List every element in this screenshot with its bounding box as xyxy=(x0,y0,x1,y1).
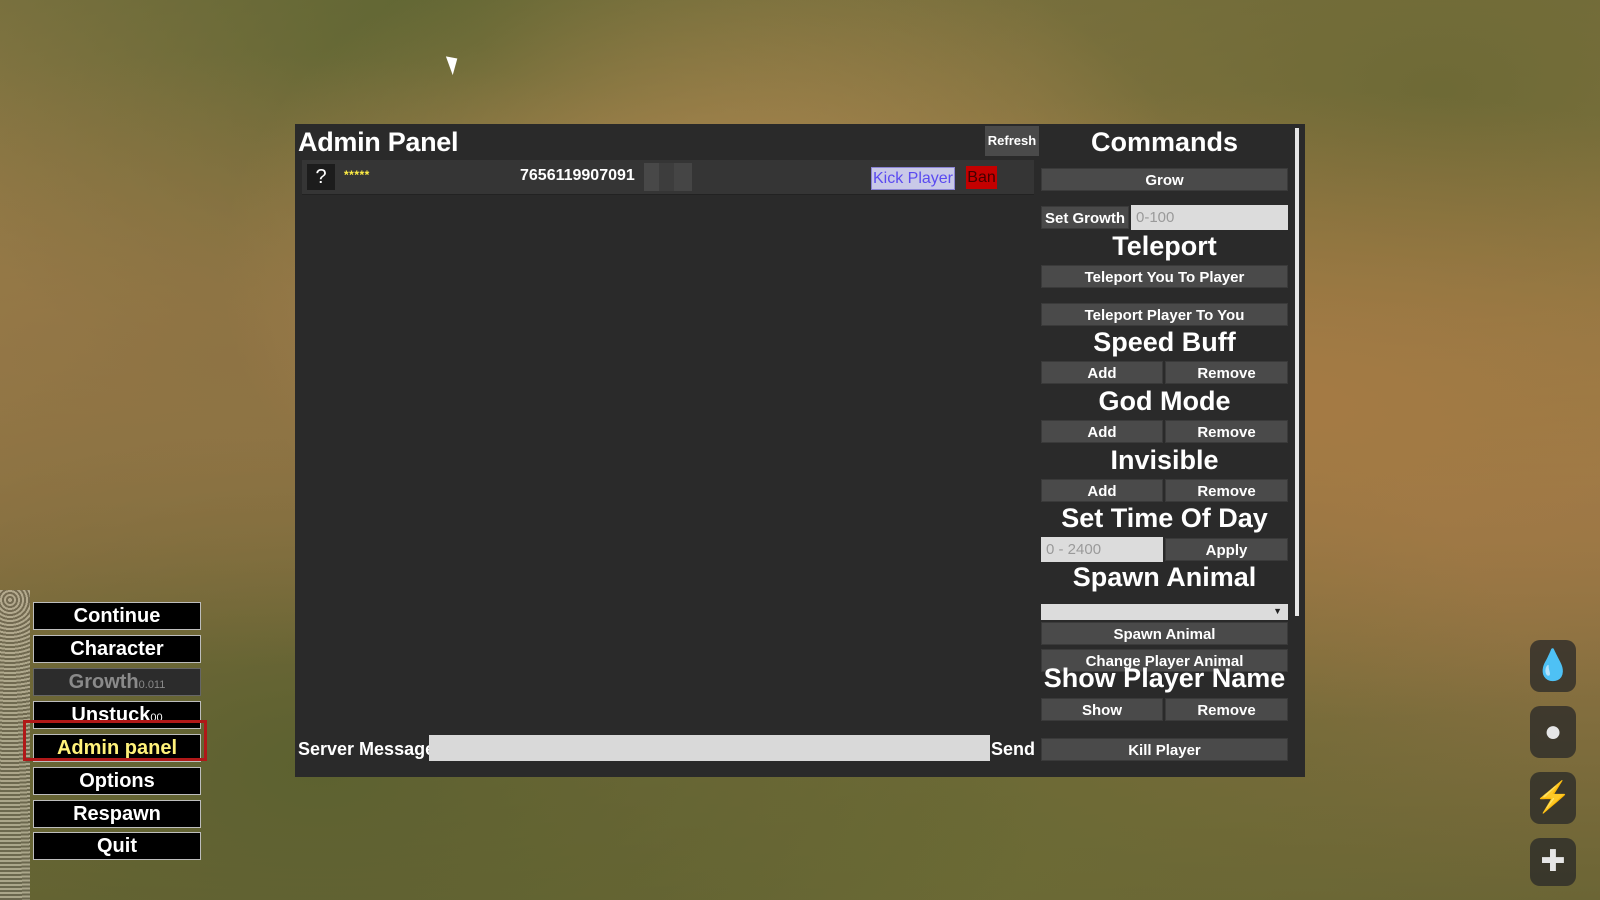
commands-scrollbar[interactable] xyxy=(1295,128,1299,616)
player-name-masked: ***** xyxy=(344,168,370,182)
grow-button[interactable]: Grow xyxy=(1041,168,1288,191)
mouse-cursor xyxy=(445,52,463,76)
spawn-animal-button[interactable]: Spawn Animal xyxy=(1041,622,1288,645)
refresh-button[interactable]: Refresh xyxy=(985,126,1039,156)
teleport-heading: Teleport xyxy=(1112,231,1217,261)
water-drop-icon: 💧 xyxy=(1530,640,1576,692)
options-button[interactable]: Options xyxy=(33,767,201,795)
player-steam-id: 7656119907091 xyxy=(520,167,635,184)
growth-label: Growth xyxy=(68,671,139,693)
commands-panel: Commands Grow Set Growth Teleport Telepo… xyxy=(1040,124,1289,777)
growth-value: 0.011 xyxy=(138,679,166,691)
god-mode-heading: God Mode xyxy=(1098,386,1231,416)
time-of-day-heading: Set Time Of Day xyxy=(1061,503,1268,533)
animal-select-dropdown[interactable]: ▼ xyxy=(1041,604,1288,620)
admin-panel-window: Admin Panel Refresh ? ***** 765611990709… xyxy=(295,124,1305,777)
redaction-block xyxy=(644,163,692,191)
invisible-add-button[interactable]: Add xyxy=(1041,479,1163,502)
server-message-label: Server Message xyxy=(298,739,436,759)
show-player-name-heading: Show Player Name xyxy=(1043,663,1286,693)
set-growth-button[interactable]: Set Growth xyxy=(1041,206,1129,229)
speed-buff-remove-button[interactable]: Remove xyxy=(1165,361,1288,384)
respawn-button[interactable]: Respawn xyxy=(33,800,201,828)
invisible-remove-button[interactable]: Remove xyxy=(1165,479,1288,502)
apply-time-button[interactable]: Apply xyxy=(1165,538,1288,561)
character-button[interactable]: Character xyxy=(33,635,201,663)
continue-button[interactable]: Continue xyxy=(33,602,201,630)
player-row[interactable]: ? ***** 7656119907091 Kick Player Ban xyxy=(302,160,1034,195)
kick-player-button[interactable]: Kick Player xyxy=(871,167,955,190)
admin-panel-title: Admin Panel xyxy=(298,127,459,157)
commands-title: Commands xyxy=(1090,127,1239,157)
time-of-day-input[interactable] xyxy=(1041,537,1163,562)
show-player-name-button[interactable]: Show xyxy=(1041,698,1163,721)
spawn-animal-heading: Spawn Animal xyxy=(1072,562,1257,592)
speed-buff-heading: Speed Buff xyxy=(1093,327,1236,357)
quit-button[interactable]: Quit xyxy=(33,832,201,860)
growth-input[interactable] xyxy=(1131,205,1288,230)
health-plus-icon: ✚ xyxy=(1530,838,1576,886)
hide-player-name-button[interactable]: Remove xyxy=(1165,698,1288,721)
send-message-button[interactable]: Send xyxy=(991,735,1035,763)
growth-button[interactable]: Growth0.011 xyxy=(33,668,201,696)
god-mode-add-button[interactable]: Add xyxy=(1041,420,1163,443)
god-mode-remove-button[interactable]: Remove xyxy=(1165,420,1288,443)
invisible-heading: Invisible xyxy=(1110,445,1219,475)
ban-player-button[interactable]: Ban xyxy=(966,166,997,189)
server-message-input[interactable] xyxy=(429,735,990,761)
stomach-icon: ● xyxy=(1530,706,1576,758)
stamina-bolt-icon: ⚡ xyxy=(1530,772,1576,824)
teleport-player-to-you-button[interactable]: Teleport Player To You xyxy=(1041,303,1288,326)
kill-player-button[interactable]: Kill Player xyxy=(1041,738,1288,761)
selection-highlight xyxy=(23,720,207,761)
unknown-player-icon: ? xyxy=(307,164,335,190)
chevron-down-icon: ▼ xyxy=(1273,606,1282,616)
teleport-you-to-player-button[interactable]: Teleport You To Player xyxy=(1041,265,1288,288)
speed-buff-add-button[interactable]: Add xyxy=(1041,361,1163,384)
